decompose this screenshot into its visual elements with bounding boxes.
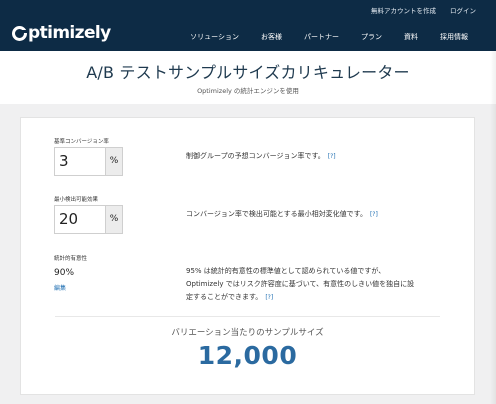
significance-description: 95% は統計的有意性の標準値として認められている値ですが、 Optimizel… <box>186 265 414 304</box>
nav-item-solutions[interactable]: ソリューション <box>190 32 239 42</box>
sample-size-result: 12,000 <box>197 341 298 370</box>
divider <box>55 316 440 317</box>
title-band: A/B テストサンプルサイズカリキュレーター Optimizely の統計エンジ… <box>0 51 496 104</box>
create-account-link[interactable]: 無料アカウントを作成 <box>371 5 436 15</box>
nav-item-careers[interactable]: 採用情報 <box>440 32 468 42</box>
significance-help-link[interactable]: [?] <box>265 294 273 301</box>
significance-description-line-1: 95% は統計的有意性の標準値として認められている値ですが、 <box>186 267 386 275</box>
result-label: バリエーション当たりのサンプルサイズ <box>171 328 324 338</box>
top-navigation-bar: 無料アカウントを作成 ログイン ptimizely ソリューション お客様 パー… <box>0 0 496 51</box>
significance-value: 90% <box>54 268 75 278</box>
nav-item-partners[interactable]: パートナー <box>304 32 339 42</box>
mde-input[interactable] <box>55 206 105 233</box>
mde-help-link[interactable]: [?] <box>370 211 378 218</box>
logo-text: ptimizely <box>28 23 111 43</box>
baseline-input-group: % <box>54 147 123 176</box>
page-subtitle: Optimizely の統計エンジンを使用 <box>197 87 299 95</box>
significance-description-line-3: 定することができます。 <box>186 293 263 301</box>
baseline-percent-unit: % <box>105 148 122 175</box>
significance-label: 統計的有意性 <box>54 256 88 262</box>
mde-percent-unit: % <box>105 206 122 233</box>
nav-item-plans[interactable]: プラン <box>361 32 382 42</box>
calculator-card: 基準コンバージョン率 % 制御グループの予想コンバージョン率です。[?] 最小検… <box>20 117 475 395</box>
main-navigation: ソリューション お客様 パートナー プラン 資料 採用情報 <box>190 32 468 42</box>
mde-label: 最小検出可能効果 <box>54 197 99 203</box>
logo-o-icon <box>12 25 27 41</box>
significance-description-line-2: Optimizely ではリスク許容度に基づいて、有意性のしきい値を独自に設 <box>186 280 415 288</box>
login-link[interactable]: ログイン <box>450 5 476 15</box>
significance-edit-link[interactable]: 編集 <box>54 283 66 292</box>
baseline-help-link[interactable]: [?] <box>328 153 336 160</box>
mde-input-group: % <box>54 205 123 234</box>
nav-item-resources[interactable]: 資料 <box>404 32 418 42</box>
baseline-label: 基準コンバージョン率 <box>54 139 109 145</box>
mde-description: コンバージョン率で検出可能とする最小相対変化値です。 [?] <box>186 208 378 221</box>
edge-shadow <box>490 51 496 404</box>
utility-links: 無料アカウントを作成 ログイン <box>371 5 476 15</box>
nav-item-customers[interactable]: お客様 <box>261 32 282 42</box>
optimizely-logo[interactable]: ptimizely <box>12 23 111 43</box>
mde-description-text: コンバージョン率で検出可能とする最小相対変化値です。 <box>186 210 367 218</box>
baseline-description: 制御グループの予想コンバージョン率です。 [?] <box>186 150 336 163</box>
page-title: A/B テストサンプルサイズカリキュレーター <box>86 63 410 82</box>
baseline-description-text: 制御グループの予想コンバージョン率です。 <box>186 152 325 160</box>
significance-description-line-3-wrap: 定することができます。 [?] <box>186 291 414 304</box>
baseline-input[interactable] <box>55 148 105 175</box>
